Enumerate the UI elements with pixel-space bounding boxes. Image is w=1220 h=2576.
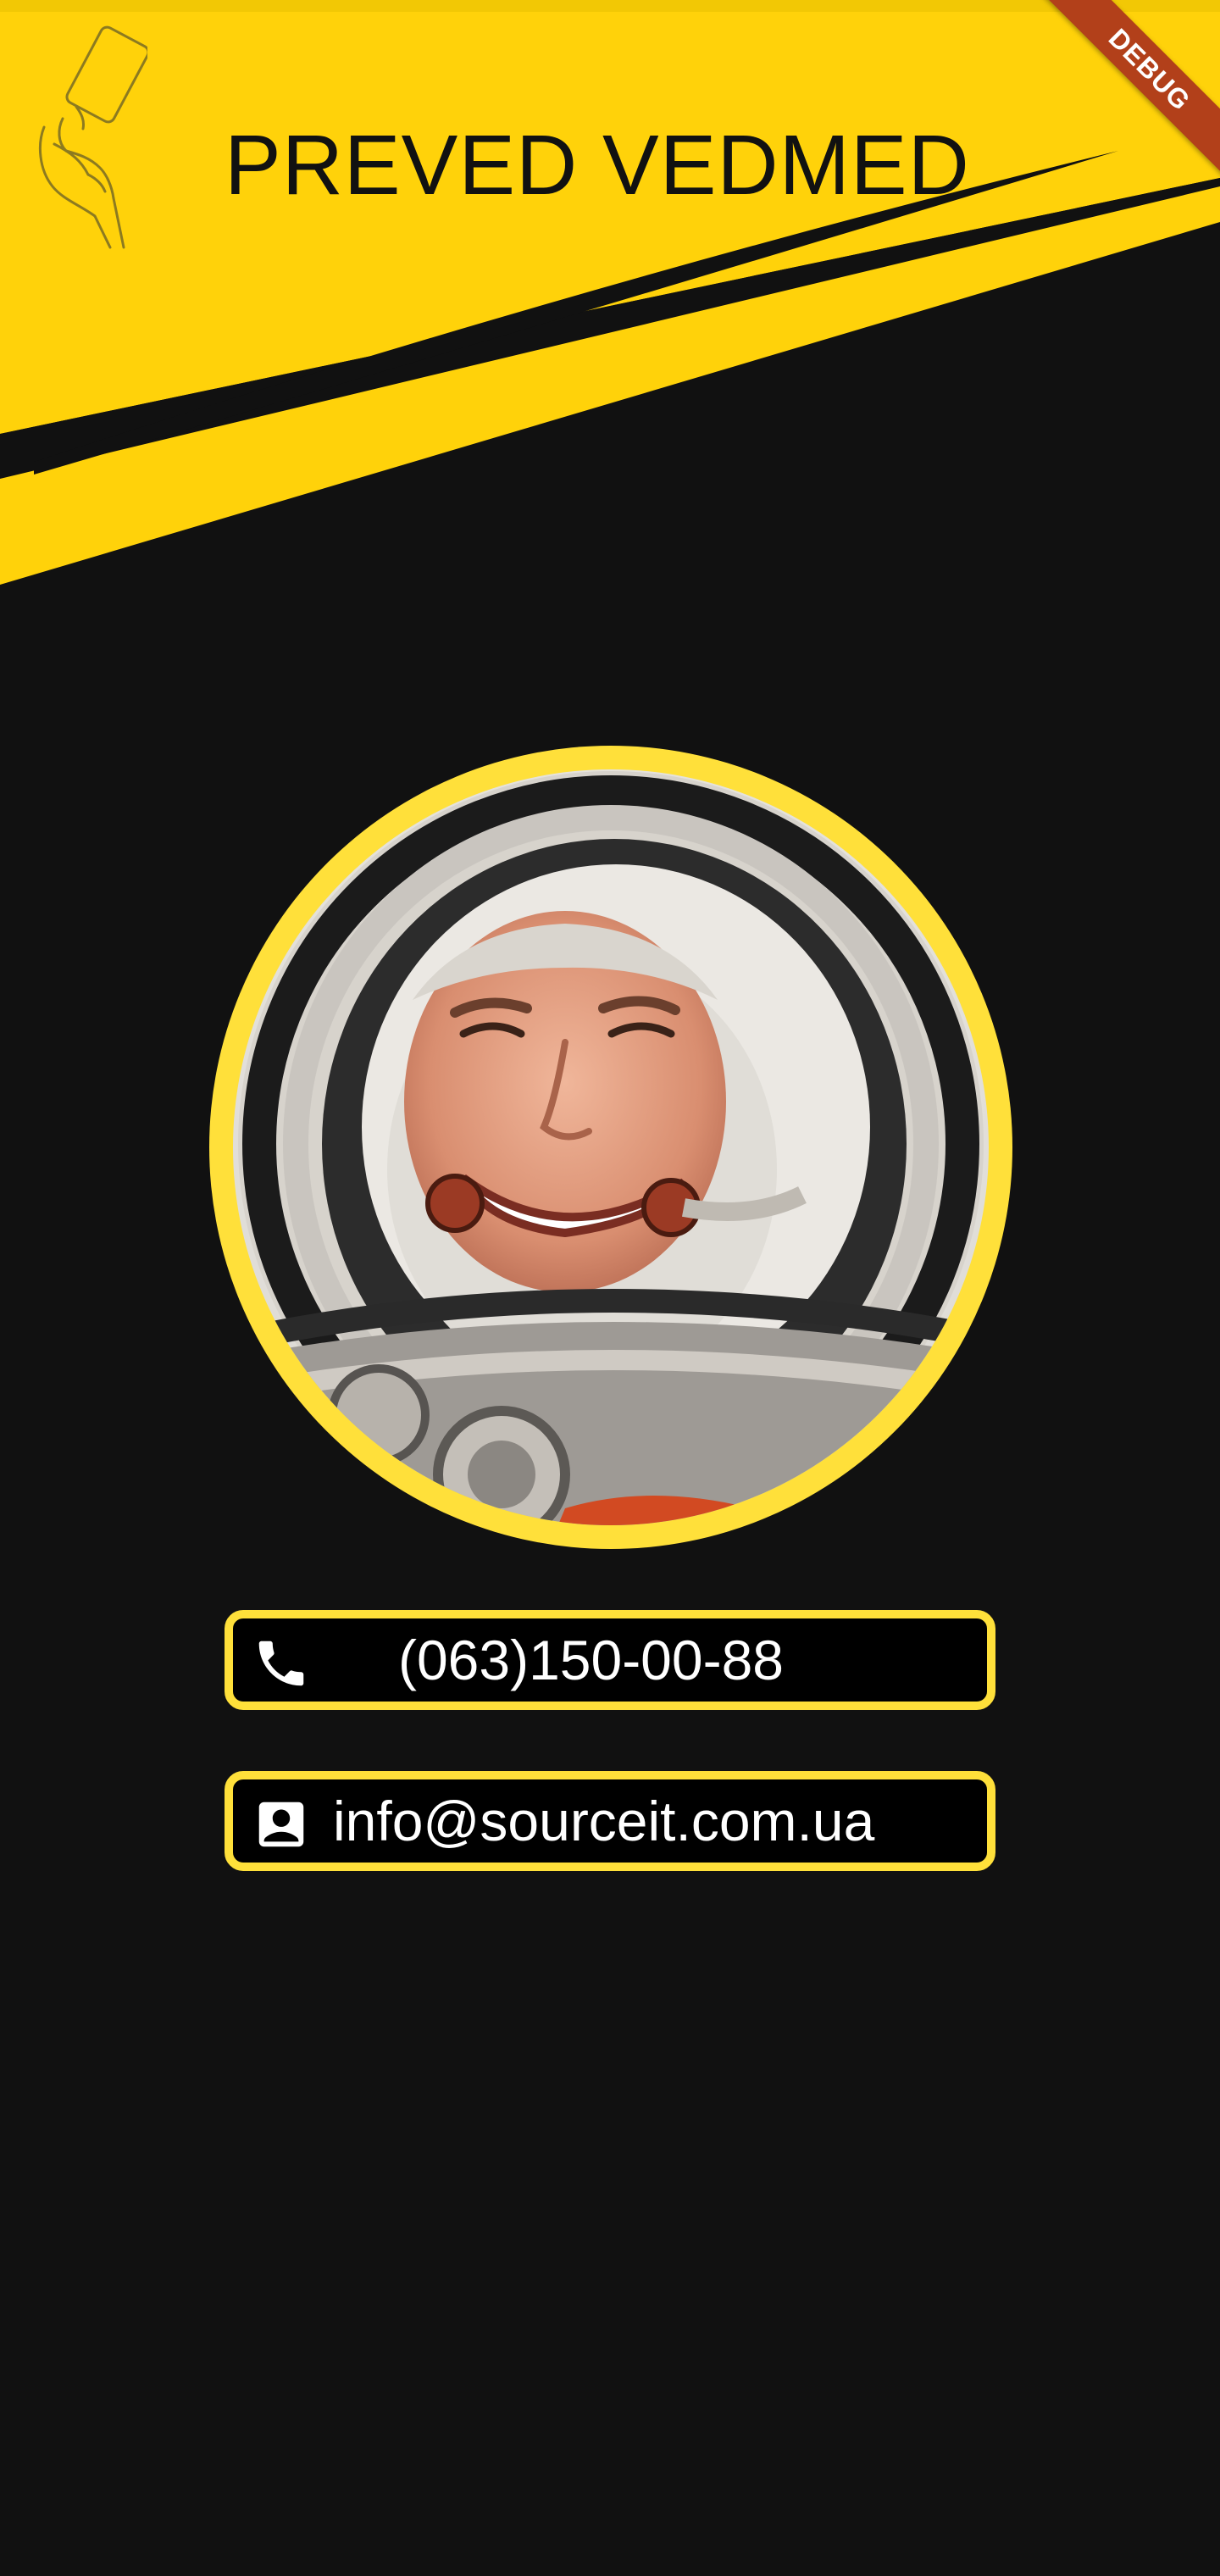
hand-holding-card-icon xyxy=(38,25,147,249)
contact-card-icon xyxy=(258,1802,304,1847)
phone-contact-card[interactable]: (063)150-00-88 xyxy=(225,1610,995,1710)
phone-icon xyxy=(258,1641,304,1686)
page-title: PREVED VEDMED xyxy=(225,118,970,213)
phone-number: (063)150-00-88 xyxy=(398,1629,784,1691)
email-contact-card[interactable]: info@sourceit.com.ua xyxy=(225,1771,995,1871)
email-address: info@sourceit.com.ua xyxy=(333,1790,875,1852)
avatar[interactable] xyxy=(209,746,1012,1549)
header-banner xyxy=(0,0,1220,585)
astronaut-portrait xyxy=(233,769,989,1525)
